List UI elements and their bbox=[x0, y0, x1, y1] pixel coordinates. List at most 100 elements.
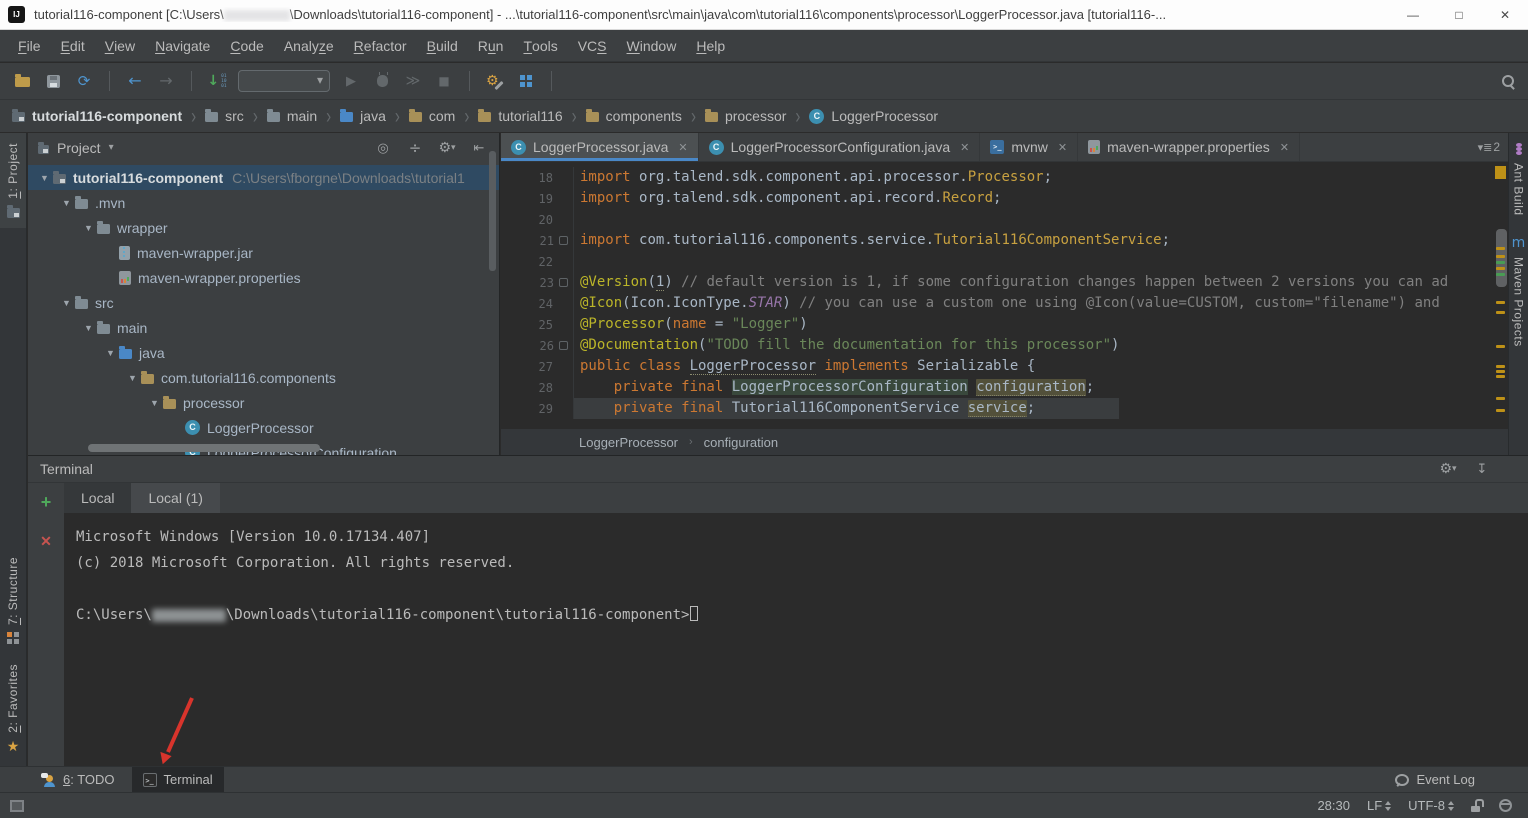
tool-button----structure[interactable]: 7: Structure bbox=[0, 547, 26, 654]
stripe-mark[interactable] bbox=[1496, 301, 1505, 304]
breadcrumb-item[interactable]: tutorial116 bbox=[478, 108, 562, 124]
toolbar-back-button[interactable]: ← bbox=[125, 69, 145, 93]
terminal-output[interactable]: Microsoft Windows [Version 10.0.17134.40… bbox=[64, 513, 1528, 766]
toolbar-update-button[interactable]: ↓01 10 01 bbox=[207, 69, 227, 93]
editor-tab-loggerprocessorconfiguration-java[interactable]: CLoggerProcessorConfiguration.java✕ bbox=[699, 133, 981, 161]
tree-row[interactable]: ▼.mvn bbox=[28, 190, 499, 215]
breadcrumb-class[interactable]: LoggerProcessor bbox=[579, 435, 678, 450]
stripe-mark[interactable] bbox=[1496, 370, 1505, 373]
add-session-icon[interactable]: + bbox=[36, 490, 56, 514]
tab-close-icon[interactable]: ✕ bbox=[1280, 141, 1289, 154]
breadcrumb-item[interactable]: java bbox=[340, 108, 386, 124]
fold-marker[interactable] bbox=[559, 278, 568, 287]
stripe-mark[interactable] bbox=[1496, 255, 1505, 258]
toolbar-structure-button[interactable] bbox=[516, 69, 536, 93]
terminal-tab[interactable]: Local (1) bbox=[131, 483, 219, 513]
lock-open-icon[interactable] bbox=[1471, 799, 1482, 812]
chevron-down-icon[interactable]: ▾ bbox=[109, 143, 114, 153]
tool-button-ant-build[interactable]: Ant Build bbox=[1509, 133, 1528, 226]
toolbar-settings-button[interactable]: ⚙ bbox=[485, 69, 505, 93]
tree-horizontal-scrollbar[interactable] bbox=[88, 444, 320, 452]
fold-marker[interactable] bbox=[559, 236, 568, 245]
menu-item-window[interactable]: Window bbox=[617, 30, 687, 61]
tab-close-icon[interactable]: ✕ bbox=[1058, 141, 1067, 154]
tree-row[interactable]: ▼main bbox=[28, 315, 499, 340]
expander-icon[interactable]: ▼ bbox=[124, 373, 141, 383]
expander-icon[interactable]: ▼ bbox=[146, 398, 163, 408]
breadcrumb-item[interactable]: src bbox=[205, 108, 244, 124]
tree-row[interactable]: ▼com.tutorial116.components bbox=[28, 365, 499, 390]
tab-close-icon[interactable]: ✕ bbox=[960, 141, 969, 154]
stripe-mark[interactable] bbox=[1496, 273, 1505, 276]
editor-tab-loggerprocessor-java[interactable]: CLoggerProcessor.java✕ bbox=[501, 133, 699, 161]
toolbar-run-button[interactable]: ▶ bbox=[341, 69, 361, 93]
line-separator-selector[interactable]: LF bbox=[1367, 798, 1391, 813]
expander-icon[interactable]: ▼ bbox=[102, 348, 119, 358]
toolbar-stop-button[interactable]: ■ bbox=[434, 69, 454, 93]
tree-row[interactable]: CLoggerProcessor bbox=[28, 415, 499, 440]
collapse-all-icon[interactable]: ÷ bbox=[405, 136, 425, 160]
toolbar-save-button[interactable] bbox=[43, 69, 63, 93]
fold-marker[interactable] bbox=[559, 341, 568, 350]
error-stripe[interactable] bbox=[1494, 162, 1508, 428]
toolwindow-button-event-log[interactable]: Event Log bbox=[1384, 772, 1486, 787]
breadcrumb-item[interactable]: com bbox=[409, 108, 455, 124]
stripe-mark[interactable] bbox=[1496, 365, 1505, 368]
code-editor[interactable]: 18import org.talend.sdk.component.api.pr… bbox=[501, 162, 1494, 428]
hide-icon[interactable]: ⇤ bbox=[469, 136, 489, 160]
stripe-mark[interactable] bbox=[1496, 247, 1505, 250]
breadcrumb-member[interactable]: configuration bbox=[704, 435, 778, 450]
terminal-tab[interactable]: Local bbox=[64, 483, 131, 513]
stripe-mark[interactable] bbox=[1496, 261, 1505, 264]
encoding-selector[interactable]: UTF-8 bbox=[1408, 798, 1454, 813]
expander-icon[interactable]: ▼ bbox=[80, 323, 97, 333]
stripe-mark[interactable] bbox=[1496, 409, 1505, 412]
stripe-mark[interactable] bbox=[1496, 345, 1505, 348]
toolbar-sync-button[interactable]: ⟳ bbox=[74, 69, 94, 93]
maximize-icon[interactable]: □ bbox=[1436, 0, 1482, 30]
menu-item-analyze[interactable]: Analyze bbox=[274, 30, 344, 61]
tree-row[interactable]: ▼wrapper bbox=[28, 215, 499, 240]
expander-icon[interactable]: ▼ bbox=[80, 223, 97, 233]
toolwindow-button----todo[interactable]: 6: TODO bbox=[30, 767, 126, 792]
locate-icon[interactable]: ◎ bbox=[373, 136, 393, 160]
breadcrumb-item[interactable]: components bbox=[586, 108, 682, 124]
tree-row[interactable]: maven-wrapper.properties bbox=[28, 265, 499, 290]
toolbar-debug-button[interactable] bbox=[372, 69, 392, 93]
toolbar-forward-button[interactable]: → bbox=[156, 69, 176, 93]
tool-button----project[interactable]: 1: Project bbox=[0, 133, 26, 228]
tool-button-maven-projects[interactable]: mMaven Projects bbox=[1509, 226, 1528, 357]
minimize-icon[interactable]: — bbox=[1390, 0, 1436, 30]
hidden-tabs-dropdown[interactable]: ▾≣2 bbox=[1478, 133, 1508, 161]
toolbar-coverage-button[interactable]: ≫ bbox=[403, 69, 423, 93]
tree-row[interactable]: ▼java bbox=[28, 340, 499, 365]
caret-position[interactable]: 28:30 bbox=[1317, 798, 1350, 813]
stripe-mark[interactable] bbox=[1496, 375, 1505, 378]
menu-item-navigate[interactable]: Navigate bbox=[145, 30, 220, 61]
tree-row[interactable]: maven-wrapper.jar bbox=[28, 240, 499, 265]
toolwindow-button-terminal[interactable]: >_Terminal bbox=[132, 767, 224, 792]
tab-close-icon[interactable]: ✕ bbox=[678, 141, 687, 154]
tree-row[interactable]: ▼processor bbox=[28, 390, 499, 415]
expander-icon[interactable]: ▼ bbox=[58, 198, 75, 208]
tree-row[interactable]: ▼tutorial116-componentC:\Users\fborgne\D… bbox=[28, 165, 499, 190]
stripe-mark[interactable] bbox=[1496, 311, 1505, 314]
hector-inspections-icon[interactable] bbox=[1499, 799, 1512, 812]
hide-down-icon[interactable]: ↧ bbox=[1472, 457, 1492, 481]
toolbar-open-button[interactable] bbox=[12, 69, 32, 93]
menu-item-view[interactable]: View bbox=[95, 30, 145, 61]
close-session-icon[interactable]: ✕ bbox=[36, 529, 56, 553]
stripe-mark[interactable] bbox=[1496, 397, 1505, 400]
breadcrumb-item[interactable]: processor bbox=[705, 108, 786, 124]
menu-item-build[interactable]: Build bbox=[417, 30, 468, 61]
expander-icon[interactable]: ▼ bbox=[58, 298, 75, 308]
breadcrumb-item[interactable]: CLoggerProcessor bbox=[809, 108, 938, 124]
menu-item-run[interactable]: Run bbox=[468, 30, 514, 61]
menu-item-tools[interactable]: Tools bbox=[513, 30, 567, 61]
menu-item-help[interactable]: Help bbox=[686, 30, 735, 61]
editor-tab-maven-wrapper-properties[interactable]: maven-wrapper.properties✕ bbox=[1078, 133, 1300, 161]
menu-item-refactor[interactable]: Refactor bbox=[344, 30, 417, 61]
toolbar-search-button[interactable] bbox=[1498, 69, 1518, 93]
breadcrumb-item[interactable]: main bbox=[267, 108, 317, 124]
gear-icon[interactable]: ⚙▾ bbox=[1438, 457, 1458, 481]
